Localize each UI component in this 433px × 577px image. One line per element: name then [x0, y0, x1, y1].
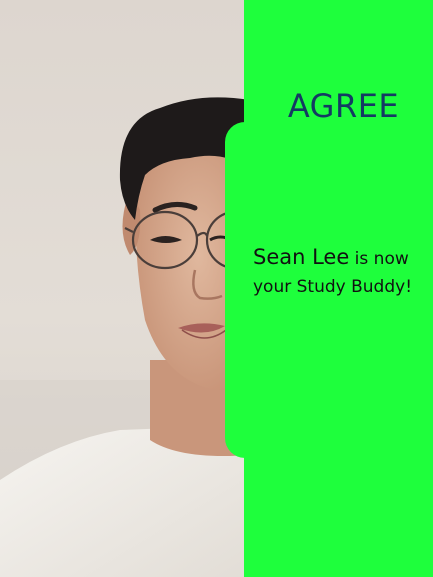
agree-title: AGREE — [287, 87, 400, 125]
profile-photo — [0, 0, 250, 577]
match-message: Sean Lee is now your Study Buddy! — [253, 243, 431, 301]
match-screen: AGREE Sean Lee is now your Study Buddy! — [0, 0, 433, 577]
match-message-middle: is now — [349, 249, 409, 269]
buddy-name: Sean Lee — [253, 245, 350, 269]
match-message-end: your Study Buddy! — [253, 277, 413, 297]
